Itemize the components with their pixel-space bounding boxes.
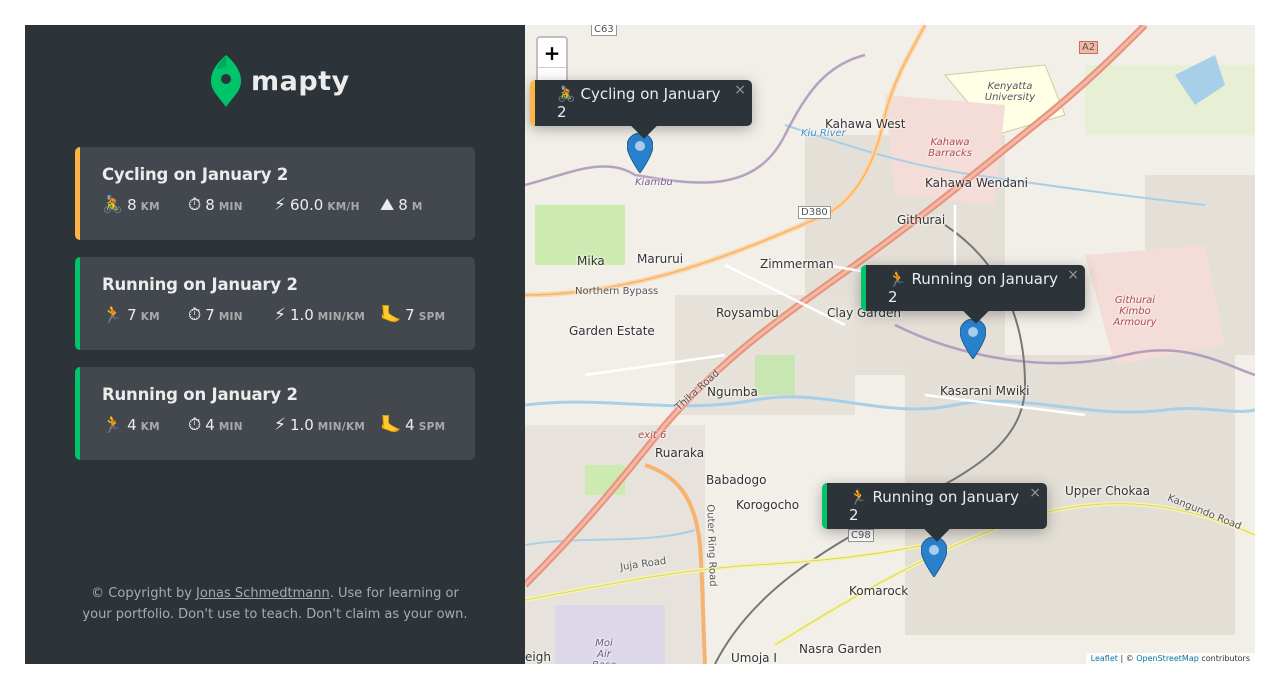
map-label: Ngumba (707, 385, 758, 399)
distance-detail: 🏃 4 km (102, 415, 160, 435)
map-label: C98 (848, 529, 874, 542)
map-label: C63 (591, 25, 617, 36)
workout-item[interactable]: Running on January 2 🏃 7 km ⏱ 7 min ⚡ 1 (75, 257, 475, 350)
popup-text: 🏃 Running on January 2 (849, 488, 1020, 524)
map-label: Mika (577, 254, 605, 268)
map-label: Kiu River (801, 128, 846, 139)
marker-pin-icon[interactable] (627, 133, 653, 173)
cadence-detail: 🦶 7 spm (380, 305, 446, 325)
workout-list: Cycling on January 2 🚴 8 km ⏱ 8 min ⚡ 6 (75, 147, 475, 477)
map-label: eigh (525, 650, 551, 664)
duration-detail: ⏱ 8 min (188, 195, 243, 215)
workout-item[interactable]: Running on January 2 🏃 4 km ⏱ 4 min ⚡ 1 (75, 367, 475, 460)
brand-name: mapty (251, 65, 350, 97)
sidebar: mapty Cycling on January 2 🚴 8 km ⏱ 8 mi… (25, 25, 525, 664)
app-container: mapty Cycling on January 2 🚴 8 km ⏱ 8 mi… (25, 25, 1255, 664)
lightning-icon: ⚡ (274, 195, 286, 215)
map-label: Ruaraka (655, 446, 705, 460)
map-label: Umoja I (731, 651, 777, 664)
author-link[interactable]: Jonas Schmedtmann (196, 586, 330, 601)
workout-title: Cycling on January 2 (102, 165, 289, 184)
map-label: Githurai Kimbo Armoury (1113, 295, 1157, 328)
copyright-text: © Copyright by Jonas Schmedtmann. Use fo… (82, 586, 468, 622)
map-label: Kasarani Mwiki (940, 384, 1030, 398)
cadence-detail: 🦶 4 spm (380, 415, 446, 435)
map-pin-logo-icon (211, 55, 241, 107)
map[interactable]: Kahawa West Kahawa Wendani Kahawa Barrac… (525, 25, 1255, 664)
runner-icon: 🏃 (888, 270, 907, 288)
map-attribution: Leaflet | © OpenStreetMap contributors (1085, 653, 1255, 664)
map-label: Kahawa Barracks (928, 137, 972, 159)
close-icon[interactable]: × (734, 82, 746, 98)
leaflet-link[interactable]: Leaflet (1091, 654, 1118, 663)
marker-pin-icon[interactable] (960, 319, 986, 359)
pace-detail: ⚡ 1.0 min/km (274, 305, 366, 325)
cyclist-icon: 🚴 (557, 85, 576, 103)
mountain-icon: ⛰ (380, 195, 395, 215)
stopwatch-icon: ⏱ (188, 305, 202, 325)
workout-popup[interactable]: 🏃 Running on January 2 × (822, 483, 1047, 542)
cyclist-icon: 🚴 (102, 195, 124, 215)
close-icon[interactable]: × (1067, 267, 1079, 283)
runner-icon: 🏃 (102, 415, 124, 435)
map-label: Korogocho (736, 498, 800, 512)
speed-detail: ⚡ 60.0 km/h (274, 195, 360, 215)
map-label: Githurai (897, 213, 946, 227)
map-label: Roysambu (716, 306, 779, 320)
runner-icon: 🏃 (849, 488, 868, 506)
zoom-in-button[interactable]: + (538, 38, 566, 68)
distance-detail: 🏃 7 km (102, 305, 160, 325)
workout-popup[interactable]: 🚴 Cycling on January 2 × (530, 80, 752, 139)
map-label: Babadogo (706, 473, 767, 487)
map-label: A2 (1079, 41, 1099, 54)
stopwatch-icon: ⏱ (188, 195, 202, 215)
stopwatch-icon: ⏱ (188, 415, 202, 435)
map-label: Upper Chokaa (1065, 484, 1150, 498)
lightning-icon: ⚡ (274, 305, 286, 325)
map-label: Moi Air Base (592, 638, 616, 664)
elevation-detail: ⛰ 8 m (380, 195, 423, 215)
marker-pin-icon[interactable] (921, 537, 947, 577)
map-label: D380 (798, 206, 831, 219)
map-label: Kiambu (635, 177, 673, 188)
workout-item[interactable]: Cycling on January 2 🚴 8 km ⏱ 8 min ⚡ 6 (75, 147, 475, 240)
osm-link[interactable]: OpenStreetMap (1136, 654, 1199, 663)
popup-text: 🏃 Running on January 2 (888, 270, 1059, 306)
duration-detail: ⏱ 4 min (188, 415, 243, 435)
map-label: Northern Bypass (575, 286, 659, 297)
pace-detail: ⚡ 1.0 min/km (274, 415, 366, 435)
lightning-icon: ⚡ (274, 415, 286, 435)
logo: mapty (211, 55, 350, 107)
foot-icon: 🦶 (380, 415, 402, 435)
close-icon[interactable]: × (1029, 485, 1041, 501)
map-label: Kahawa Wendani (925, 176, 1029, 190)
map-label: Garden Estate (569, 324, 655, 338)
duration-detail: ⏱ 7 min (188, 305, 243, 325)
map-label: Nasra Garden (799, 642, 882, 656)
map-label: Zimmerman (760, 257, 834, 271)
distance-detail: 🚴 8 km (102, 195, 160, 215)
workout-popup[interactable]: 🏃 Running on January 2 × (861, 265, 1085, 324)
map-label: Marurui (637, 252, 684, 266)
map-label: Komarock (849, 584, 909, 598)
workout-title: Running on January 2 (102, 385, 298, 404)
runner-icon: 🏃 (102, 305, 124, 325)
map-label: Kenyatta University (984, 81, 1036, 103)
popup-text: 🚴 Cycling on January 2 (557, 85, 721, 121)
workout-title: Running on January 2 (102, 275, 298, 294)
foot-icon: 🦶 (380, 305, 402, 325)
map-label: exit 6 (638, 430, 667, 441)
